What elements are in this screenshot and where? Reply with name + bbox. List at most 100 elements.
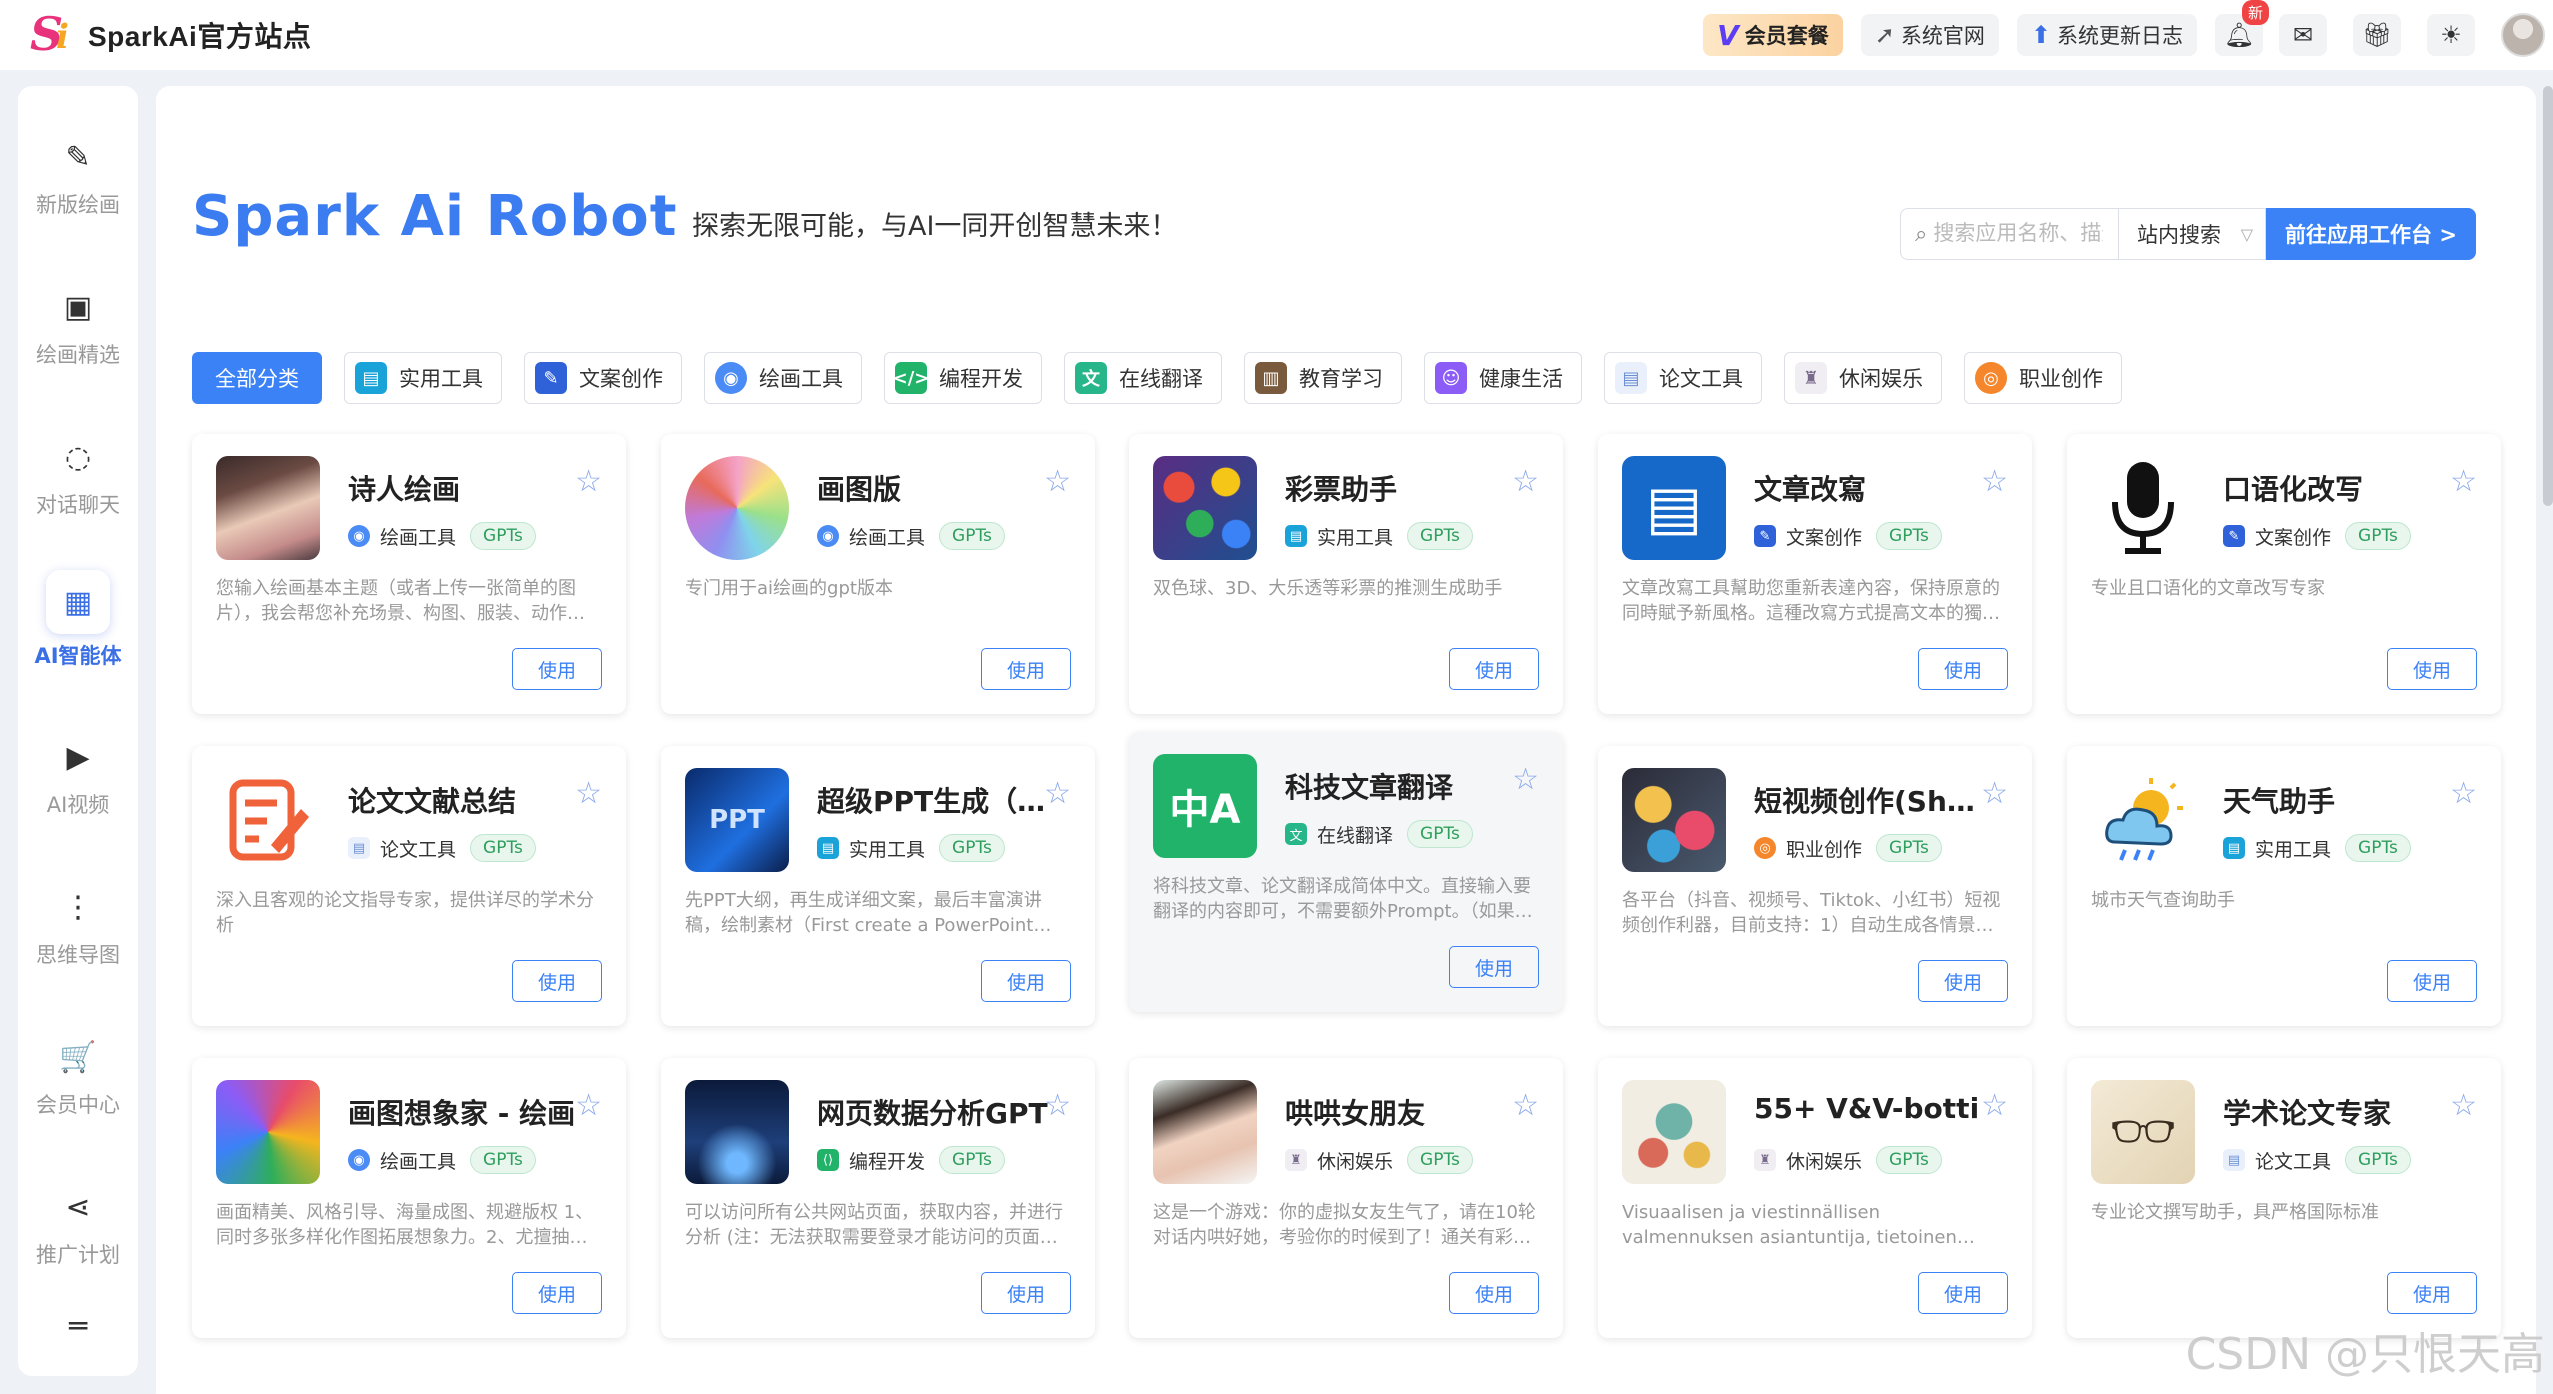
app-card[interactable]: 短视频创作(Short Video) ☆ ◎ 职业创作 GPTs 各平台（抖音、视频… (1598, 746, 2032, 1026)
favorite-star-icon[interactable]: ☆ (2450, 464, 2477, 499)
official-site-button[interactable]: ➚ 系统官网 (1860, 14, 1999, 56)
use-button[interactable]: 使用 (512, 960, 602, 1002)
grid-icon: ▦ (46, 570, 110, 634)
favorite-star-icon[interactable]: ☆ (1512, 1088, 1539, 1123)
app-card[interactable]: 彩票助手 ☆ ▤ 实用工具 GPTs 双色球、3D、大乐透等彩票的推测生成助手 使用 (1129, 434, 1563, 714)
changelog-button[interactable]: ⬆ 系统更新日志 (2016, 14, 2197, 56)
app-card[interactable]: 口语化改写 ☆ ✎ 文案创作 GPTs 专业且口语化的文章改写专家 使用 (2067, 434, 2501, 714)
use-button[interactable]: 使用 (1918, 648, 2008, 690)
chevron-down-icon: ▽ (2240, 224, 2253, 244)
favorite-star-icon[interactable]: ☆ (1512, 762, 1539, 797)
notification-button[interactable]: 🔔︎ 新 (2215, 0, 2269, 56)
use-button[interactable]: 使用 (981, 1272, 1071, 1314)
app-card[interactable]: 画图想象家 - 绘画 ☆ ◉ 绘画工具 GPTs 画面精美、风格引导、海量成图、规避… (192, 1058, 626, 1338)
favorite-star-icon[interactable]: ☆ (575, 1088, 602, 1123)
favorite-star-icon[interactable]: ☆ (1981, 1088, 2008, 1123)
app-card[interactable]: 画图版 ☆ ◉ 绘画工具 GPTs 专门用于ai绘画的gpt版本 使用 (661, 434, 1095, 714)
sidebar-item-ai-agents[interactable]: ▦ AI智能体 (18, 560, 138, 680)
use-button[interactable]: 使用 (1918, 960, 2008, 1002)
use-button[interactable]: 使用 (981, 960, 1071, 1002)
app-card[interactable]: 中A 科技文章翻译 ☆ 文在线翻译 GPTs 将科技文章、论文翻译成简体中文。直接… (1129, 732, 1563, 1012)
app-logo[interactable]: Si SparkAi官方站点 (28, 7, 311, 61)
gpts-badge: GPTs (1876, 1146, 1942, 1174)
app-card[interactable]: 论文文献总结 ☆ ▤ 论文工具 GPTs 深入且客观的论文指导专家，提供详尽的学术分… (192, 746, 626, 1026)
sidebar-collapse-button[interactable]: ═ (18, 1286, 138, 1366)
app-card[interactable]: 55+ V&V-botti ☆ ♜ 休闲娱乐 GPTs Visuaalisen ja… (1598, 1058, 2032, 1338)
app-card[interactable]: 👓︎ 学术论文专家 ☆ ▤ 论文工具 GPTs 专业论文撰写助手，具严格国际标准 使… (2067, 1058, 2501, 1338)
sidebar-item-label: 绘画精选 (36, 343, 120, 367)
gift-button[interactable]: 🎁︎ (2353, 14, 2401, 56)
favorite-star-icon[interactable]: ☆ (2450, 776, 2477, 811)
sidebar-item-member-center[interactable]: 🛒 会员中心 (18, 1018, 138, 1138)
sidebar-item-mind-map[interactable]: ⋮ 思维导图 (18, 868, 138, 988)
gpts-badge: GPTs (1407, 1146, 1473, 1174)
game-icon: ♜ (1795, 362, 1827, 394)
tab-papers[interactable]: ▤ 论文工具 (1604, 352, 1762, 404)
use-button[interactable]: 使用 (1918, 1272, 2008, 1314)
app-card[interactable]: ▤ 文章改寫 ☆ ✎ 文案创作 GPTs 文章改寫工具幫助您重新表達內容，保持原意的… (1598, 434, 2032, 714)
search-bar: ⌕ 站内搜索 ▽ 前往应用工作台 > (1900, 208, 2476, 260)
app-card[interactable]: 诗人绘画 ☆ ◉ 绘画工具 GPTs 您输入绘画基本主题（或者上传一张简单的图片），… (192, 434, 626, 714)
page-scrollbar[interactable] (2543, 86, 2553, 506)
favorite-star-icon[interactable]: ☆ (1981, 776, 2008, 811)
vip-plan-button[interactable]: V 会员套餐 (1703, 14, 1843, 56)
use-button[interactable]: 使用 (1449, 648, 1539, 690)
sidebar-item-label: 思维导图 (36, 943, 120, 967)
search-scope-select[interactable]: 站内搜索 ▽ (2118, 208, 2266, 260)
use-button[interactable]: 使用 (512, 648, 602, 690)
favorite-star-icon[interactable]: ☆ (1044, 776, 1071, 811)
card-image-girlfriend-portrait (1153, 1080, 1257, 1184)
smile-icon: ☺ (1435, 362, 1467, 394)
use-button[interactable]: 使用 (981, 648, 1071, 690)
favorite-star-icon[interactable]: ☆ (1512, 464, 1539, 499)
use-button[interactable]: 使用 (2387, 960, 2477, 1002)
app-card[interactable]: 哄哄女朋友 ☆ ♜ 休闲娱乐 GPTs 这是一个游戏：你的虚拟女友生气了，请在10轮… (1129, 1058, 1563, 1338)
tab-drawing[interactable]: ◉ 绘画工具 (704, 352, 862, 404)
user-avatar[interactable] (2501, 13, 2545, 57)
card-title: 彩票助手 (1285, 473, 1398, 506)
card-image-paper-glasses: 👓︎ (2091, 1080, 2195, 1184)
sidebar-item-referral[interactable]: ⋖ 推广计划 (18, 1168, 138, 1288)
theme-toggle-button[interactable]: ☀ (2427, 14, 2475, 56)
sidebar-item-new-drawing[interactable]: ✎ 新版绘画 (18, 118, 138, 238)
tab-label: 休闲娱乐 (1839, 367, 1923, 391)
favorite-star-icon[interactable]: ☆ (1981, 464, 2008, 499)
tab-label: 实用工具 (399, 367, 483, 391)
use-button[interactable]: 使用 (2387, 1272, 2477, 1314)
tab-health[interactable]: ☺ 健康生活 (1424, 352, 1582, 404)
tab-education[interactable]: ▥ 教育学习 (1244, 352, 1402, 404)
tab-label: 在线翻译 (1119, 367, 1203, 391)
sidebar-item-chat[interactable]: ◌ 对话聊天 (18, 418, 138, 538)
favorite-star-icon[interactable]: ☆ (575, 464, 602, 499)
sidebar-item-label: 新版绘画 (36, 193, 120, 217)
use-button[interactable]: 使用 (1449, 1272, 1539, 1314)
use-button[interactable]: 使用 (2387, 648, 2477, 690)
favorite-star-icon[interactable]: ☆ (575, 776, 602, 811)
tab-programming[interactable]: </> 编程开发 (884, 352, 1042, 404)
gpts-badge: GPTs (2345, 522, 2411, 550)
card-title: 网页数据分析GPT (817, 1097, 1048, 1130)
favorite-star-icon[interactable]: ☆ (1044, 1088, 1071, 1123)
tab-all[interactable]: 全部分类 (192, 352, 322, 404)
official-site-label: 系统官网 (1900, 24, 1985, 48)
sidebar-item-ai-video[interactable]: ▶ AI视频 (18, 718, 138, 838)
gpts-badge: GPTs (470, 522, 536, 550)
tab-entertainment[interactable]: ♜ 休闲娱乐 (1784, 352, 1942, 404)
app-card[interactable]: PPT 超级PPT生成（支持中文） ☆ ▤ 实用工具 GPTs 先PPT大纲，再生成… (661, 746, 1095, 1026)
tab-translation[interactable]: 文在线翻译 (1064, 352, 1222, 404)
tab-tools[interactable]: ▤ 实用工具 (344, 352, 502, 404)
app-card[interactable]: 天气助手 ☆ ▤ 实用工具 GPTs 城市天气查询助手 使用 (2067, 746, 2501, 1026)
favorite-star-icon[interactable]: ☆ (2450, 1088, 2477, 1123)
sidebar-item-drawing-gallery[interactable]: ▣ 绘画精选 (18, 268, 138, 388)
use-button[interactable]: 使用 (1449, 946, 1539, 988)
use-button[interactable]: 使用 (512, 1272, 602, 1314)
tab-career[interactable]: ◎ 职业创作 (1964, 352, 2122, 404)
go-workspace-button[interactable]: 前往应用工作台 > (2266, 208, 2476, 260)
document-icon: ▤ (1615, 362, 1647, 394)
search-input[interactable] (1933, 222, 2104, 246)
wechat-button[interactable]: ✉ (2279, 14, 2327, 56)
search-field[interactable]: ⌕ (1900, 208, 2118, 260)
tab-copywriting[interactable]: ✎ 文案创作 (524, 352, 682, 404)
app-card[interactable]: 网页数据分析GPT ☆ ⟨⟩ 编程开发 GPTs 可以访问所有公共网站页面，获取内容… (661, 1058, 1095, 1338)
favorite-star-icon[interactable]: ☆ (1044, 464, 1071, 499)
